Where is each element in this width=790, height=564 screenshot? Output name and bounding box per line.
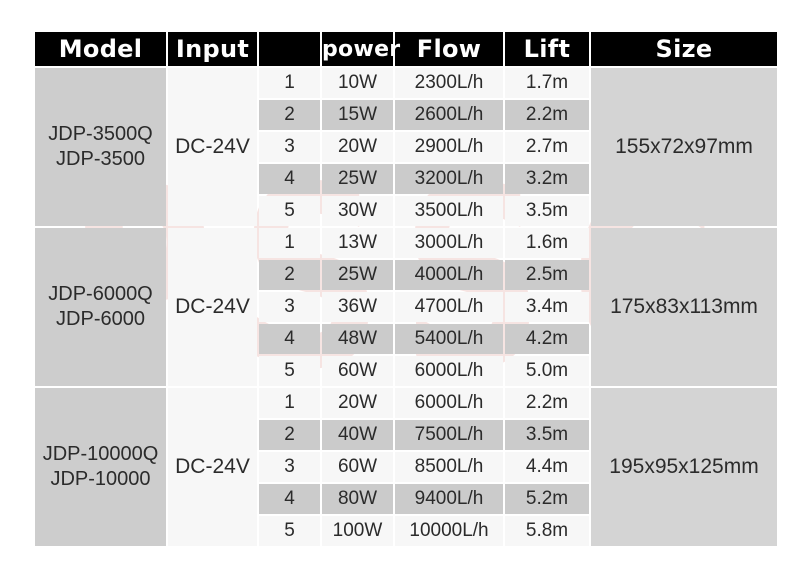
cell-lift: 3.5m (505, 420, 589, 450)
cell-input-voltage: DC-24V (168, 388, 257, 546)
column-header-flow: Flow (395, 32, 503, 66)
model-name-secondary: JDP-6000 (56, 308, 145, 330)
cell-power: 25W (322, 164, 393, 194)
cell-power: 13W (322, 228, 393, 258)
table-header: Model Input power Flow Lift Size (35, 32, 777, 66)
model-name-primary: JDP-10000Q (42, 443, 159, 465)
cell-flow: 5400L/h (395, 324, 503, 354)
cell-flow: 2900L/h (395, 132, 503, 162)
model-name-secondary: JDP-10000 (50, 468, 151, 490)
cell-flow: 3200L/h (395, 164, 503, 194)
cell-power: 20W (322, 132, 393, 162)
cell-stage: 1 (259, 388, 320, 418)
cell-flow: 3000L/h (395, 228, 503, 258)
cell-input-voltage: DC-24V (168, 68, 257, 226)
cell-stage: 4 (259, 324, 320, 354)
cell-stage: 2 (259, 260, 320, 290)
cell-flow: 2600L/h (395, 100, 503, 130)
cell-stage: 1 (259, 68, 320, 98)
cell-stage: 5 (259, 356, 320, 386)
cell-power: 80W (322, 484, 393, 514)
cell-stage: 1 (259, 228, 320, 258)
cell-power: 40W (322, 420, 393, 450)
cell-lift: 2.2m (505, 388, 589, 418)
cell-flow: 7500L/h (395, 420, 503, 450)
cell-flow: 6000L/h (395, 388, 503, 418)
cell-lift: 5.0m (505, 356, 589, 386)
cell-lift: 5.8m (505, 516, 589, 546)
table-body: JDP-3500Q JDP-3500 DC-24V 1 10W 2300L/h 1.7m 15… (35, 68, 777, 546)
cell-stage: 4 (259, 164, 320, 194)
column-header-size: Size (591, 32, 777, 66)
cell-flow: 4000L/h (395, 260, 503, 290)
table-row: JDP-10000Q JDP-10000 DC-24V 1 20W 6000L/h 2.2m… (35, 388, 777, 546)
cell-stage: 3 (259, 132, 320, 162)
cell-flow: 6000L/h (395, 356, 503, 386)
cell-lift: 3.2m (505, 164, 589, 194)
table-row: JDP-6000Q JDP-6000 DC-24V 1 13W 3000L/h 1.6m 17… (35, 228, 777, 386)
cell-power: 25W (322, 260, 393, 290)
column-header-input: Input (168, 32, 257, 66)
cell-stage: 2 (259, 420, 320, 450)
cell-power: 48W (322, 324, 393, 354)
cell-lift: 4.4m (505, 452, 589, 482)
model-name-primary: JDP-3500Q (48, 123, 153, 145)
cell-flow: 10000L/h (395, 516, 503, 546)
cell-flow: 4700L/h (395, 292, 503, 322)
cell-power: 15W (322, 100, 393, 130)
cell-flow: 8500L/h (395, 452, 503, 482)
cell-stage: 2 (259, 100, 320, 130)
spec-sheet-page: PSSC Model Input power Flow Lift Size JD… (0, 0, 790, 564)
cell-stage: 3 (259, 292, 320, 322)
pump-specification-table: Model Input power Flow Lift Size JDP-350… (33, 30, 779, 548)
column-header-lift: Lift (505, 32, 589, 66)
cell-power: 60W (322, 356, 393, 386)
cell-stage: 5 (259, 516, 320, 546)
cell-power: 100W (322, 516, 393, 546)
table-header-row: Model Input power Flow Lift Size (35, 32, 777, 66)
table-row: JDP-3500Q JDP-3500 DC-24V 1 10W 2300L/h 1.7m 15… (35, 68, 777, 226)
cell-lift: 1.6m (505, 228, 589, 258)
cell-power: 20W (322, 388, 393, 418)
cell-power: 36W (322, 292, 393, 322)
cell-power: 30W (322, 196, 393, 226)
cell-lift: 3.4m (505, 292, 589, 322)
cell-power: 60W (322, 452, 393, 482)
cell-flow: 9400L/h (395, 484, 503, 514)
cell-lift: 2.2m (505, 100, 589, 130)
cell-model: JDP-10000Q JDP-10000 (35, 388, 166, 546)
cell-size: 175x83x113mm (591, 228, 777, 386)
model-name-secondary: JDP-3500 (56, 148, 145, 170)
cell-lift: 4.2m (505, 324, 589, 354)
cell-size: 155x72x97mm (591, 68, 777, 226)
cell-size: 195x95x125mm (591, 388, 777, 546)
column-header-model: Model (35, 32, 166, 66)
cell-lift: 3.5m (505, 196, 589, 226)
cell-flow: 3500L/h (395, 196, 503, 226)
column-header-power: power (322, 32, 400, 66)
cell-lift: 2.5m (505, 260, 589, 290)
cell-model: JDP-6000Q JDP-6000 (35, 228, 166, 386)
model-name-primary: JDP-6000Q (48, 283, 153, 305)
cell-model: JDP-3500Q JDP-3500 (35, 68, 166, 226)
cell-lift: 2.7m (505, 132, 589, 162)
cell-lift: 1.7m (505, 68, 589, 98)
column-header-stage (259, 32, 320, 66)
cell-stage: 5 (259, 196, 320, 226)
cell-power: 10W (322, 68, 393, 98)
cell-lift: 5.2m (505, 484, 589, 514)
cell-input-voltage: DC-24V (168, 228, 257, 386)
cell-flow: 2300L/h (395, 68, 503, 98)
cell-stage: 4 (259, 484, 320, 514)
cell-stage: 3 (259, 452, 320, 482)
